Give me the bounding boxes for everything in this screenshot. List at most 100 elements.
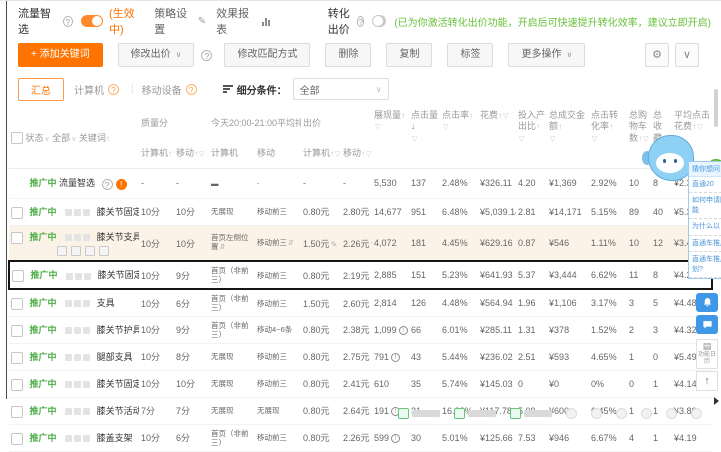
help-question-link[interactable]: 直通车推广 — [689, 236, 721, 253]
bid-pc[interactable]: 0.80元 — [303, 271, 330, 281]
info-icon[interactable]: ? — [101, 178, 113, 190]
chevron-down-icon[interactable]: ∨ — [675, 43, 699, 67]
keyword-row[interactable]: 推广中 膝关节固定 ? ! 10分 10分 无展现⇵ 移动前三⇵ 0.80元✎ … — [9, 370, 713, 398]
col-roi[interactable]: 投入产出比↑ ▽ — [516, 107, 547, 168]
help-question-link[interactable]: 直通车推广计划? — [689, 252, 721, 279]
keyword-action-icon[interactable] — [57, 245, 67, 256]
traffic-select-toggle[interactable] — [80, 15, 103, 27]
col-cvr[interactable]: 点击转化率↑ ▽ — [589, 107, 627, 168]
edit-pencil-icon[interactable]: ✎ — [198, 16, 206, 27]
keyword-link[interactable]: 膝关节固定支具 — [98, 270, 139, 280]
help-question-link[interactable]: 为什么以日报表 — [689, 219, 721, 236]
select-all-checkbox[interactable] — [11, 132, 23, 145]
keyword-action-icon[interactable] — [85, 245, 95, 256]
row-checkbox[interactable] — [12, 270, 24, 283]
bid-pc[interactable]: 0.80元 — [303, 325, 330, 335]
keyword-row[interactable]: 推广中 膝盖支架 ? ! 10分 6分 首页（非前三）⇵ 移动前三⇵ 0.80元… — [9, 424, 713, 452]
limit-icon[interactable]: ! — [391, 352, 401, 362]
keyword-link[interactable]: 腿部支具 — [97, 352, 133, 362]
back-to-top-button[interactable]: ↑ — [696, 371, 718, 391]
copy-button[interactable]: 复制 — [386, 43, 433, 67]
bid-mobile[interactable]: 2.75元 — [343, 352, 370, 362]
bid-pc[interactable]: 0.80元 — [303, 433, 330, 443]
all-filter[interactable]: 全部 — [52, 133, 70, 143]
tab-mobile[interactable]: 移动设备? — [142, 82, 201, 97]
feature-calendar-button[interactable]: ▤ 功能日历 — [696, 339, 718, 370]
legend-item[interactable] — [510, 408, 552, 419]
tab-pc[interactable]: 计算机? — [74, 82, 123, 97]
scroll-arrow-icon[interactable] — [714, 397, 719, 405]
info-icon[interactable]: ? — [201, 49, 213, 61]
conversion-bid-toggle[interactable] — [372, 15, 387, 27]
keyword-link[interactable]: 膝关节活动支具 — [97, 406, 139, 416]
col-ctr[interactable]: 点击率↑ ▽ — [440, 107, 478, 168]
keyword-action-icon[interactable] — [71, 245, 81, 256]
keyword-link[interactable]: 膝关节支具 — [97, 232, 139, 242]
row-checkbox[interactable] — [11, 297, 23, 310]
bid-mobile[interactable]: 2.80元 — [343, 207, 370, 217]
delete-button[interactable]: 删除 — [325, 43, 372, 67]
row-checkbox[interactable] — [11, 206, 23, 219]
bid-mobile[interactable]: 2.26元 — [343, 433, 370, 443]
bid-mobile[interactable]: 2.38元 — [343, 325, 370, 335]
tag-button[interactable]: 标签 — [447, 43, 494, 67]
keyword-row[interactable]: 推广中 膝关节支具 ? ! 10分 10分 首页左侧位置⇵ 移动前三⇵ 1.50… — [9, 225, 713, 262]
bid-edit-icon[interactable]: ✎ — [371, 240, 372, 249]
bid-pc[interactable]: - — [303, 178, 306, 188]
bid-pc[interactable]: 0.80元 — [303, 207, 330, 217]
keyword-row[interactable]: 推广中 支具 ? ! 10分 6分 首页（非前三）⇵ 移动前三⇵ 1.50元✎ … — [9, 289, 713, 317]
bid-pc[interactable]: 1.50元 — [303, 239, 330, 249]
bid-pc[interactable]: 0.80元 — [303, 379, 330, 389]
legend-item[interactable] — [454, 408, 496, 419]
legend-checkbox-icon[interactable] — [454, 408, 465, 419]
notification-bell-button[interactable] — [696, 293, 718, 312]
scrollbar-thumb[interactable] — [714, 89, 718, 127]
keyword-row[interactable]: 推广中 腿部支具 ? ! 10分 8分 无展现⇵ 移动前三⇵ 0.80元✎ 2.… — [9, 343, 713, 371]
help-icon[interactable]: ? — [62, 15, 73, 27]
sub-quality-mobile[interactable]: 移动↑▽ — [174, 138, 209, 169]
modify-match-button[interactable]: 修改匹配方式 — [224, 43, 311, 67]
rank-trend-icon[interactable]: ⇵ — [220, 244, 226, 251]
subdivision-select[interactable]: 全部 ∨ — [292, 78, 389, 100]
keyword-row[interactable]: 推广中 膝关节护具 ? ! 10分 9分 首页（非前三）⇵ 移动4~6条⇵ 0.… — [9, 316, 713, 344]
modify-bid-button[interactable]: 修改出价 ∨ — [117, 43, 195, 67]
help-question-link[interactable]: 如何申请图片功能 — [689, 193, 721, 220]
sub-bid-pc[interactable]: 计算机↑▽ — [301, 138, 341, 169]
keyword-row[interactable]: 推广中 流量智选 ? ! - - ▬⇵ -⇵ -✎ -✎ 5,530! 137 … — [9, 168, 713, 199]
help-question-link[interactable]: 直通20 — [689, 177, 721, 194]
col-clicks[interactable]: 点击量↓ ▽ — [409, 107, 440, 168]
chat-button[interactable] — [696, 315, 718, 334]
more-actions-button[interactable]: 更多操作 ∨ — [508, 43, 586, 67]
gear-icon[interactable]: ⚙ — [645, 43, 669, 67]
keyword-link[interactable]: 流量智选 — [59, 178, 95, 188]
keyword-link[interactable]: 膝关节固定器 — [97, 207, 139, 217]
bid-edit-icon[interactable]: ✎ — [331, 240, 338, 249]
keyword-link[interactable]: 膝关节固定 — [97, 379, 139, 389]
tab-summary[interactable]: 汇总 — [18, 77, 64, 101]
col-gmv[interactable]: 总成交金额↑ ▽ — [547, 107, 589, 168]
bid-pc[interactable]: 1.50元 — [303, 299, 330, 309]
effect-report-link[interactable]: 效果报表 — [216, 5, 257, 37]
rank-trend-icon[interactable]: ⇵ — [288, 240, 294, 247]
keyword-link[interactable]: 膝关节护具 — [97, 325, 139, 335]
keyword-sort[interactable]: 关键词 — [79, 133, 106, 143]
sub-bid-mobile[interactable]: 移动↑▽ — [341, 138, 372, 169]
limit-icon[interactable]: ! — [398, 325, 408, 335]
sub-quality-pc[interactable]: 计算机↑▽ — [139, 138, 174, 169]
col-cost[interactable]: 花费↑▽ — [478, 107, 516, 168]
keyword-row[interactable]: 推广中 膝关节固定器 ? ! 10分 10分 无展现⇵ 移动前三⇵ 0.80元✎… — [9, 198, 713, 226]
limit-icon[interactable]: ! — [391, 433, 401, 443]
row-checkbox[interactable] — [11, 351, 23, 364]
keyword-action-icon[interactable] — [99, 245, 109, 256]
bid-mobile[interactable]: 2.26元 — [343, 239, 370, 249]
bid-mobile[interactable]: 2.41元 — [343, 379, 370, 389]
strategy-settings-link[interactable]: 策略设置 — [154, 5, 195, 37]
keyword-link[interactable]: 膝盖支架 — [97, 433, 133, 443]
status-filter[interactable]: 状态 — [26, 133, 44, 143]
bid-pc[interactable]: 0.80元 — [303, 352, 330, 362]
bid-pc[interactable]: 0.80元 — [303, 406, 330, 416]
row-checkbox[interactable] — [11, 378, 23, 391]
legend-item[interactable] — [398, 408, 440, 419]
row-checkbox[interactable] — [11, 432, 23, 445]
alert-badge-icon[interactable]: ! — [115, 178, 127, 190]
